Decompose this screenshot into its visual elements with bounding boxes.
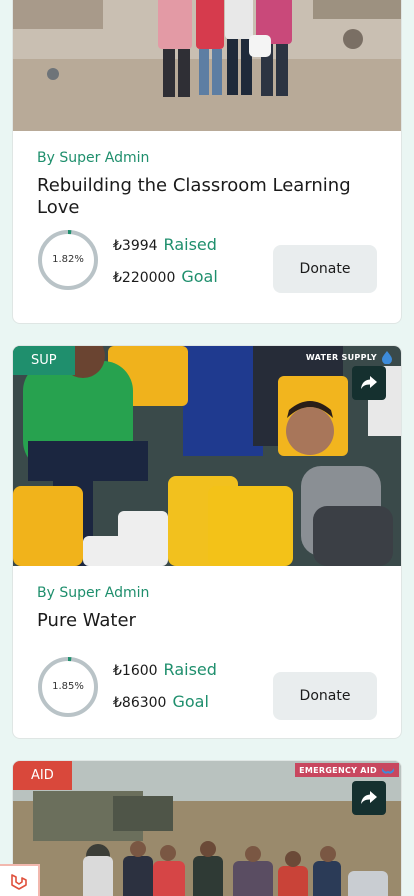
campaign-card: AID EMERGENCY AID [12,760,402,896]
donate-button[interactable]: Donate [273,245,377,293]
share-button[interactable] [352,781,386,815]
category-label-text: WATER SUPPLY [305,352,377,362]
campaign-title: Pure Water [37,610,136,631]
hands-icon [381,765,395,775]
category-label: EMERGENCY AID [295,763,399,777]
donate-button[interactable]: Donate [273,672,377,720]
goal-line: ₺220000 Goal [113,267,218,286]
share-icon [360,375,378,391]
progress-percent: 1.85% [52,681,84,692]
raised-line: ₺1600 Raised [113,660,217,679]
progress-percent: 1.82% [52,254,84,265]
campaign-author: By Super Admin [37,150,150,166]
raised-amount: ₺1600 [113,663,158,679]
funding-stats: 1.82% ₺3994 Raised ₺220000 Goal [37,229,297,295]
progress-ring: 1.82% [37,229,99,291]
raised-label: Raised [163,235,217,254]
share-icon [360,790,378,806]
laravel-logo-icon [0,864,40,896]
category-tag: SUP [13,346,75,375]
campaign-image [13,0,401,131]
water-drop-icon [381,350,393,364]
category-label-text: EMERGENCY AID [299,765,377,775]
campaign-card: SUP WATER SUPPLY By Super Admin Pure Wat… [12,345,402,739]
funding-stats: 1.85% ₺1600 Raised ₺86300 Goal [37,656,297,722]
raised-label: Raised [163,660,217,679]
category-label: WATER SUPPLY [306,350,393,364]
progress-ring: 1.85% [37,656,99,718]
goal-label: Goal [172,692,209,711]
goal-line: ₺86300 Goal [113,692,209,711]
goal-amount: ₺86300 [113,695,167,711]
share-button[interactable] [352,366,386,400]
goal-label: Goal [181,267,218,286]
campaign-card: By Super Admin Rebuilding the Classroom … [12,0,402,324]
campaign-author: By Super Admin [37,585,150,601]
campaign-image: SUP WATER SUPPLY [13,346,401,566]
campaign-image: AID EMERGENCY AID [13,761,401,896]
goal-amount: ₺220000 [113,270,176,286]
raised-amount: ₺3994 [113,238,158,254]
campaign-title: Rebuilding the Classroom Learning Love [37,175,351,218]
category-tag: AID [13,761,72,790]
raised-line: ₺3994 Raised [113,235,217,254]
